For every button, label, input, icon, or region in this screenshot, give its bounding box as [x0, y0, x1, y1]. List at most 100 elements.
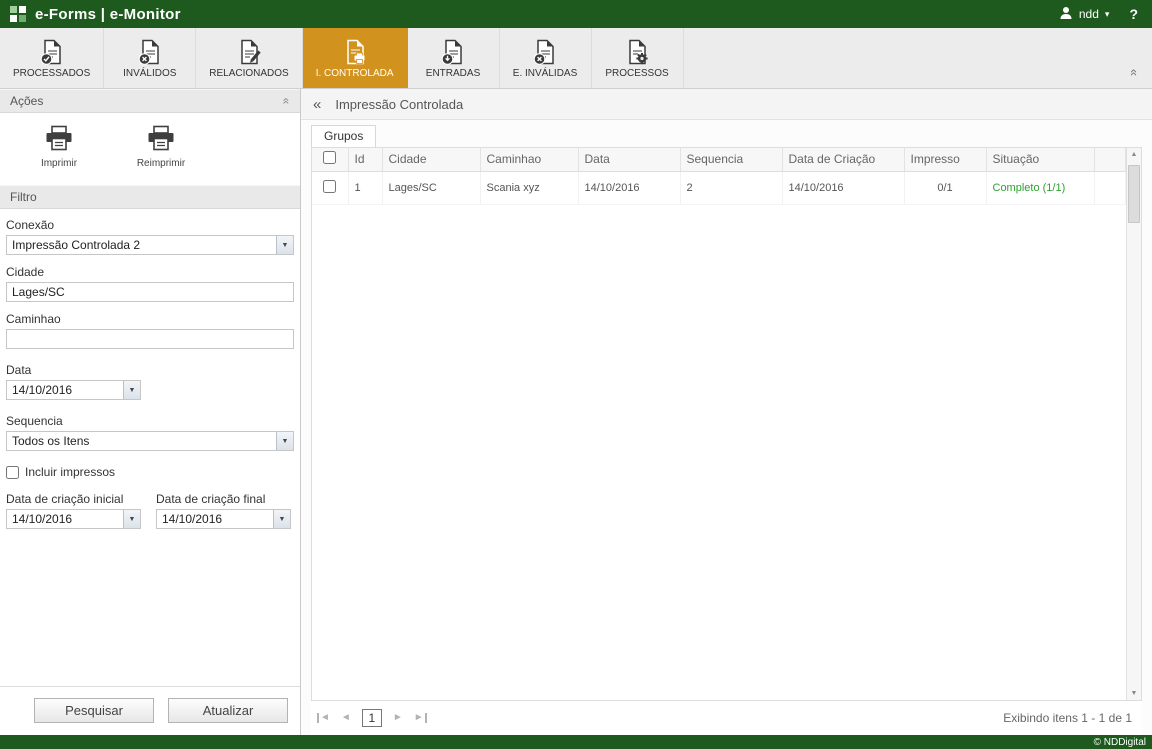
tab-grupos[interactable]: Grupos	[311, 125, 376, 147]
toolbar-collapse-icon[interactable]: «	[1127, 69, 1142, 76]
page-title: Impressão Controlada	[335, 97, 463, 112]
app-title: e-Forms | e-Monitor	[35, 6, 181, 23]
toolbar-tab-label: RELACIONADOS	[209, 68, 288, 79]
row-checkbox[interactable]	[323, 180, 336, 193]
topbar-right: ndd ▾ ?	[1059, 6, 1142, 23]
sequencia-field: Sequencia Todos os Itens ▼	[6, 414, 294, 451]
filter-panel-title: Filtro	[10, 190, 37, 204]
column-header-caminhao[interactable]: Caminhao	[480, 148, 578, 171]
user-menu[interactable]: ndd ▾	[1059, 6, 1110, 23]
app-logo-icon	[10, 6, 27, 23]
select-all-checkbox[interactable]	[323, 151, 336, 164]
doc-invalid-icon	[137, 39, 163, 65]
printer-icon	[43, 125, 75, 155]
caminhao-input[interactable]	[6, 329, 294, 349]
column-header-id[interactable]: Id	[348, 148, 382, 171]
cell-spacer	[1094, 171, 1126, 204]
doc-check-icon	[39, 39, 65, 65]
cell-situacao: Completo (1/1)	[986, 171, 1094, 204]
user-name: ndd	[1079, 7, 1099, 21]
imprimir-label: Imprimir	[41, 158, 77, 169]
pagination-current-page[interactable]: 1	[362, 709, 382, 727]
doc-in-invalid-icon	[532, 39, 558, 65]
sequencia-select[interactable]: Todos os Itens ▼	[6, 431, 294, 451]
caret-down-icon: ▾	[1105, 9, 1110, 20]
toolbar-tab-e-invalidas[interactable]: E. INVÁLIDAS	[500, 28, 592, 88]
filter-form: Conexão Impressão Controlada 2 ▼ Cidade …	[0, 209, 300, 686]
pagination-prev-button[interactable]: ◄	[341, 713, 351, 723]
cell-impresso: 0/1	[904, 171, 986, 204]
pagination-next-button[interactable]: ►	[393, 713, 403, 723]
help-button[interactable]: ?	[1129, 6, 1142, 22]
column-header-data[interactable]: Data	[578, 148, 680, 171]
tabstrip: Grupos	[301, 120, 1152, 147]
back-chevron-icon[interactable]: «	[313, 96, 321, 113]
column-header-sequencia[interactable]: Sequencia	[680, 148, 782, 171]
dropdown-arrow-icon[interactable]: ▼	[123, 381, 140, 399]
column-header-impresso[interactable]: Impresso	[904, 148, 986, 171]
conexao-value: Impressão Controlada 2	[7, 236, 276, 254]
table-row[interactable]: 1 Lages/SC Scania xyz 14/10/2016 2 14/10…	[312, 171, 1126, 204]
footer: © NDDigital	[0, 735, 1152, 749]
imprimir-button[interactable]: Imprimir	[26, 125, 92, 169]
pesquisar-button[interactable]: Pesquisar	[34, 698, 154, 723]
data-criacao-final-field: Data de criação final 14/10/2016 ▼	[156, 492, 294, 529]
cell-id: 1	[348, 171, 382, 204]
toolbar-tab-entradas[interactable]: ENTRADAS	[408, 28, 500, 88]
toolbar-tab-label: ENTRADAS	[426, 68, 480, 79]
dropdown-arrow-icon[interactable]: ▼	[273, 510, 290, 528]
pagination-last-button[interactable]: ►	[414, 713, 427, 723]
toolbar-tab-label: PROCESSOS	[605, 68, 668, 79]
data-criacao-final-select[interactable]: 14/10/2016 ▼	[156, 509, 291, 529]
results-grid: Id Cidade Caminhao Data Sequencia Data d…	[311, 147, 1142, 700]
caminhao-label: Caminhao	[6, 312, 294, 326]
scroll-up-icon[interactable]: ▲	[1131, 151, 1138, 158]
incluir-impressos-checkbox[interactable]	[6, 466, 19, 479]
data-criacao-row: Data de criação inicial 14/10/2016 ▼ Dat…	[6, 492, 294, 539]
results-table: Id Cidade Caminhao Data Sequencia Data d…	[312, 148, 1126, 205]
toolbar-tab-relacionados[interactable]: RELACIONADOS	[196, 28, 302, 88]
toolbar-tab-processos[interactable]: PROCESSOS	[592, 28, 684, 88]
actions-collapse-icon[interactable]: «	[280, 98, 294, 105]
toolbar-tab-label: E. INVÁLIDAS	[513, 68, 577, 79]
dropdown-arrow-icon[interactable]: ▼	[123, 510, 140, 528]
content: Ações « Imprimir	[0, 89, 1152, 735]
pagination-bar: ◄ ◄ 1 ► ► Exibindo itens 1 - 1 de 1	[311, 700, 1142, 735]
column-header-cidade[interactable]: Cidade	[382, 148, 480, 171]
cidade-input[interactable]	[6, 282, 294, 302]
main-header: « Impressão Controlada	[301, 89, 1152, 120]
column-header-spacer	[1094, 148, 1126, 171]
data-criacao-final-label: Data de criação final	[156, 492, 294, 506]
incluir-impressos-label: Incluir impressos	[25, 465, 115, 479]
toolbar-tab-label: INVÁLIDOS	[123, 68, 176, 79]
scrollbar-thumb[interactable]	[1128, 165, 1140, 223]
data-criacao-inicial-select[interactable]: 14/10/2016 ▼	[6, 509, 141, 529]
vertical-scrollbar[interactable]: ▲ ▼	[1126, 148, 1141, 700]
data-criacao-inicial-label: Data de criação inicial	[6, 492, 144, 506]
reimprimir-button[interactable]: Reimprimir	[128, 125, 194, 169]
toolbar-tab-invalidos[interactable]: INVÁLIDOS	[104, 28, 196, 88]
scroll-down-icon[interactable]: ▼	[1131, 690, 1138, 697]
data-label: Data	[6, 363, 294, 377]
toolbar-tab-i-controlada[interactable]: I. CONTROLADA	[303, 28, 408, 88]
conexao-field: Conexão Impressão Controlada 2 ▼	[6, 218, 294, 255]
dropdown-arrow-icon[interactable]: ▼	[276, 236, 293, 254]
data-criacao-inicial-value: 14/10/2016	[7, 510, 123, 528]
sidebar-buttons: Pesquisar Atualizar	[0, 686, 300, 735]
cell-caminhao: Scania xyz	[480, 171, 578, 204]
column-header-data-criacao[interactable]: Data de Criação	[782, 148, 904, 171]
data-field: Data 14/10/2016 ▼	[6, 363, 294, 400]
conexao-select[interactable]: Impressão Controlada 2 ▼	[6, 235, 294, 255]
toolbar-tab-processados[interactable]: PROCESSADOS	[0, 28, 104, 88]
column-header-situacao[interactable]: Situação	[986, 148, 1094, 171]
pagination-first-button[interactable]: ◄	[317, 713, 330, 723]
data-criacao-inicial-field: Data de criação inicial 14/10/2016 ▼	[6, 492, 144, 529]
filter-panel-header: Filtro	[0, 185, 300, 209]
header-checkbox-cell	[312, 148, 348, 171]
cidade-field: Cidade	[6, 265, 294, 302]
sidebar: Ações « Imprimir	[0, 89, 301, 735]
data-select[interactable]: 14/10/2016 ▼	[6, 380, 141, 400]
cidade-label: Cidade	[6, 265, 294, 279]
atualizar-button[interactable]: Atualizar	[168, 698, 288, 723]
dropdown-arrow-icon[interactable]: ▼	[276, 432, 293, 450]
